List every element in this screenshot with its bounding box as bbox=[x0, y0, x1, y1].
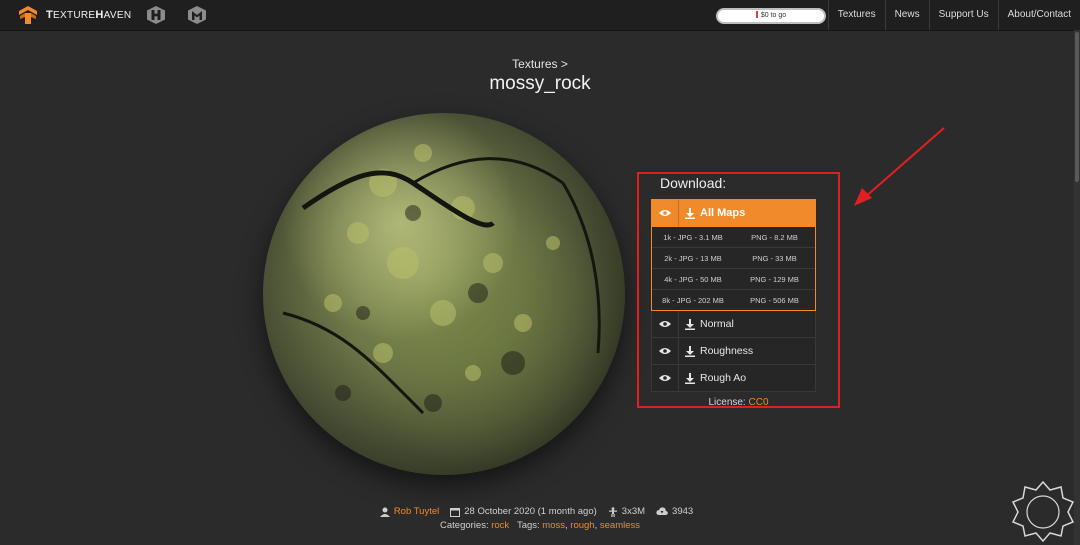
resolution-row: 2k - JPG - 13 MB PNG - 33 MB bbox=[652, 247, 815, 268]
all-maps-preview-button[interactable] bbox=[652, 200, 679, 226]
jpg-download-link[interactable]: 2k - JPG - 13 MB bbox=[652, 254, 734, 263]
map-label: Rough Ao bbox=[700, 372, 747, 384]
resolution-row: 8k - JPG - 202 MB PNG - 506 MB bbox=[652, 289, 815, 310]
category-link-rock[interactable]: rock bbox=[491, 520, 509, 531]
all-maps-button[interactable]: All Maps bbox=[651, 199, 816, 227]
top-navigation: TEXTUREHAVEN $0 to go Textures News Supp… bbox=[0, 0, 1080, 31]
map-label: Normal bbox=[700, 318, 734, 330]
png-download-link[interactable]: PNG - 33 MB bbox=[734, 254, 815, 263]
tag-link-moss[interactable]: moss bbox=[542, 520, 565, 531]
site-logo[interactable]: TEXTUREHAVEN bbox=[18, 5, 131, 25]
breadcrumb[interactable]: Textures > bbox=[0, 57, 1080, 71]
texturehaven-logo-icon bbox=[19, 6, 37, 24]
texture-preview-sphere[interactable] bbox=[263, 113, 625, 475]
user-icon bbox=[379, 507, 390, 517]
map-label: Roughness bbox=[700, 345, 754, 357]
tags-label: Tags: bbox=[516, 520, 540, 531]
real-world-scale: 3x3M bbox=[621, 506, 646, 517]
3dmodelhaven-icon bbox=[188, 6, 206, 24]
license-line: License: CC0 bbox=[637, 397, 840, 408]
resolution-list: 1k - JPG - 3.1 MB PNG - 8.2 MB 2k - JPG … bbox=[651, 227, 816, 311]
logo-text: TEXTUREHAVEN bbox=[46, 9, 132, 21]
sphere-texture-detail bbox=[282, 144, 601, 415]
resolution-row: 1k - JPG - 3.1 MB PNG - 8.2 MB bbox=[652, 227, 815, 247]
nav-link-support[interactable]: Support Us bbox=[928, 0, 998, 30]
scrollbar-thumb[interactable] bbox=[1075, 32, 1079, 182]
cloud-download-icon bbox=[656, 507, 668, 515]
hdrihaven-icon bbox=[147, 6, 165, 24]
author-link[interactable]: Rob Tuytel bbox=[394, 506, 439, 517]
all-maps-label: All Maps bbox=[700, 207, 746, 219]
license-label: License: bbox=[708, 397, 746, 408]
download-icon bbox=[685, 318, 695, 330]
resolution-row: 4k - JPG - 50 MB PNG - 129 MB bbox=[652, 268, 815, 289]
download-count: 3943 bbox=[672, 506, 694, 517]
nav-link-textures[interactable]: Textures bbox=[827, 0, 885, 30]
texture-meta-line: Rob Tuytel 28 October 2020 (1 month ago)… bbox=[0, 506, 1080, 517]
publish-date: 28 October 2020 (1 month ago) bbox=[464, 506, 597, 517]
annotation-arrow bbox=[854, 127, 945, 206]
download-icon bbox=[685, 345, 695, 357]
3dmodelhaven-link[interactable] bbox=[186, 5, 208, 30]
normal-preview-button[interactable] bbox=[652, 311, 679, 337]
download-heading: Download: bbox=[660, 175, 727, 191]
eye-icon bbox=[659, 321, 671, 327]
eye-icon bbox=[659, 348, 671, 354]
eye-icon bbox=[659, 375, 671, 381]
calendar-icon bbox=[450, 507, 461, 517]
nav-link-news[interactable]: News bbox=[884, 0, 929, 30]
download-icon bbox=[685, 372, 695, 384]
page-title: mossy_rock bbox=[489, 73, 591, 94]
png-download-link[interactable]: PNG - 506 MB bbox=[734, 296, 815, 305]
download-icon bbox=[685, 207, 695, 219]
hdrihaven-link[interactable] bbox=[145, 5, 167, 30]
download-maps-list: All Maps 1k - JPG - 3.1 MB PNG - 8.2 MB … bbox=[651, 199, 816, 392]
categories-tags-line: Categories: rock Tags: moss, rough, seam… bbox=[440, 520, 640, 531]
progress-label: $0 to go bbox=[760, 12, 787, 19]
roughness-preview-button[interactable] bbox=[652, 338, 679, 364]
map-row-roughness[interactable]: Roughness bbox=[651, 338, 816, 365]
png-download-link[interactable]: PNG - 8.2 MB bbox=[734, 233, 815, 242]
jpg-download-link[interactable]: 4k - JPG - 50 MB bbox=[652, 275, 734, 284]
png-download-link[interactable]: PNG - 129 MB bbox=[734, 275, 815, 284]
map-row-normal[interactable]: Normal bbox=[651, 311, 816, 338]
nav-link-about[interactable]: About/Contact bbox=[997, 0, 1080, 30]
jpg-download-link[interactable]: 1k - JPG - 3.1 MB bbox=[652, 233, 734, 242]
rough-ao-preview-button[interactable] bbox=[652, 365, 679, 391]
nav-links: Textures News Support Us About/Contact bbox=[827, 0, 1080, 30]
funding-progress-bar[interactable]: $0 to go bbox=[716, 8, 826, 24]
jpg-download-link[interactable]: 8k - JPG - 202 MB bbox=[652, 296, 734, 305]
map-row-rough-ao[interactable]: Rough Ao bbox=[651, 365, 816, 392]
tag-link-rough[interactable]: rough bbox=[570, 520, 594, 531]
tag-link-seamless[interactable]: seamless bbox=[600, 520, 640, 531]
eye-icon bbox=[659, 210, 671, 216]
license-link[interactable]: CC0 bbox=[749, 397, 769, 408]
scale-icon bbox=[608, 506, 617, 517]
categories-label: Categories: bbox=[440, 520, 489, 531]
watermark-logo bbox=[1011, 480, 1075, 542]
progress-flag-icon bbox=[755, 11, 758, 18]
